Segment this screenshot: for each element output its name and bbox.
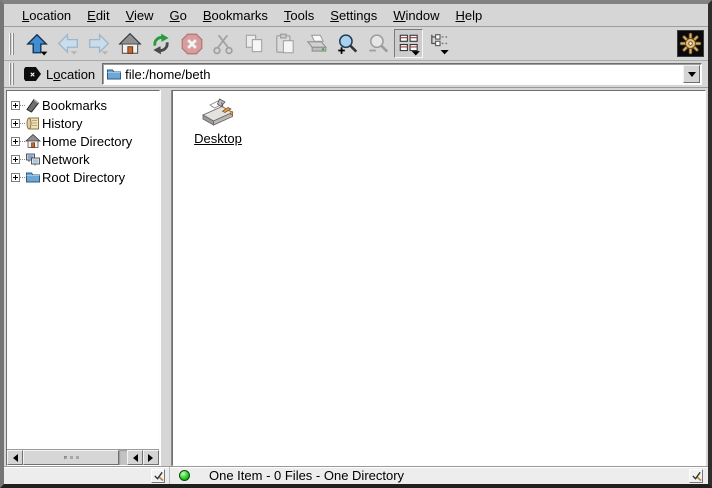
scroll-left-button-2[interactable] [127, 450, 143, 465]
locbar-grip[interactable] [9, 63, 16, 85]
main-toolbar [4, 27, 708, 61]
cut-icon [211, 32, 235, 56]
print-button[interactable] [301, 29, 330, 58]
folder-view[interactable]: Desktop [172, 90, 706, 466]
sidebar-item-network[interactable]: Network [7, 150, 159, 168]
back-icon [56, 32, 80, 56]
up-icon [25, 32, 49, 56]
content-area: Bookmarks History [4, 88, 708, 466]
menu-settings[interactable]: Settings [322, 6, 385, 25]
paste-button[interactable] [270, 29, 299, 58]
location-combobox [102, 63, 702, 85]
link-view-toggle-main[interactable] [689, 469, 703, 483]
chevron-down-icon [688, 72, 696, 81]
location-input[interactable] [123, 65, 683, 83]
clear-location-button[interactable] [24, 67, 41, 81]
expand-plus-icon[interactable] [11, 155, 20, 164]
icon-view-button[interactable] [394, 29, 423, 58]
sidebar-horizontal-scrollbar [7, 449, 159, 465]
location-label: Location [46, 67, 95, 82]
desktop-folder-icon [200, 98, 236, 128]
zoom-out-button[interactable] [363, 29, 392, 58]
zoom-out-icon [366, 32, 390, 56]
sidebar-item-home-directory[interactable]: Home Directory [7, 132, 159, 150]
tree-view-icon [428, 32, 452, 56]
paste-icon [273, 32, 297, 56]
sidebar-item-label: Home Directory [42, 134, 132, 149]
menu-help[interactable]: Help [448, 6, 491, 25]
expand-plus-icon[interactable] [11, 119, 20, 128]
expand-plus-icon[interactable] [11, 173, 20, 182]
sidebar-item-label: Bookmarks [42, 98, 107, 113]
scroll-right-button[interactable] [143, 450, 159, 465]
scrollbar-grip-dots [64, 456, 67, 459]
sidebar-panel: Bookmarks History [6, 90, 160, 466]
sidebar-tree: Bookmarks History [7, 91, 159, 449]
arrow-left-icon [9, 454, 18, 462]
konqueror-gear-icon [677, 30, 704, 57]
expand-plus-icon[interactable] [11, 137, 20, 146]
reload-button[interactable] [146, 29, 175, 58]
link-check-icon [691, 470, 702, 481]
menu-tools[interactable]: Tools [276, 6, 322, 25]
folder-icon [25, 169, 41, 185]
forward-button[interactable] [84, 29, 113, 58]
status-bar: One Item - 0 Files - One Directory [4, 466, 708, 484]
location-dropdown-button[interactable] [683, 65, 700, 83]
sidebar-status-strip [4, 467, 170, 484]
menu-go[interactable]: Go [162, 6, 195, 25]
home-button[interactable] [115, 29, 144, 58]
expand-plus-icon[interactable] [11, 101, 20, 110]
reload-icon [149, 32, 173, 56]
sidebar-item-label: Root Directory [42, 170, 125, 185]
arrow-left-icon [129, 454, 138, 462]
menu-window[interactable]: Window [385, 6, 447, 25]
file-item-label[interactable]: Desktop [194, 131, 242, 146]
sidebar-item-root-directory[interactable]: Root Directory [7, 168, 159, 186]
konqueror-window: Location Edit View Go Bookmarks Tools Se… [0, 0, 712, 488]
back-button[interactable] [53, 29, 82, 58]
copy-button[interactable] [239, 29, 268, 58]
history-icon [25, 115, 41, 131]
clear-location-icon [30, 70, 35, 79]
sidebar-item-bookmarks[interactable]: Bookmarks [7, 96, 159, 114]
forward-icon [87, 32, 111, 56]
scroll-left-button[interactable] [7, 450, 23, 465]
menu-edit[interactable]: Edit [79, 6, 117, 25]
copy-icon [242, 32, 266, 56]
location-toolbar: Location [4, 61, 708, 88]
print-icon [304, 32, 328, 56]
folder-icon [106, 66, 122, 82]
stop-button[interactable] [177, 29, 206, 58]
scrollbar-track[interactable] [119, 450, 127, 465]
bookmarks-icon [25, 97, 41, 113]
stop-icon [180, 32, 204, 56]
home-icon [118, 32, 142, 56]
menu-bookmarks[interactable]: Bookmarks [195, 6, 276, 25]
menu-location[interactable]: Location [14, 6, 79, 25]
pane-splitter[interactable] [160, 90, 172, 466]
sidebar-item-label: History [42, 116, 82, 131]
up-button[interactable] [22, 29, 51, 58]
status-text: One Item - 0 Files - One Directory [209, 468, 404, 483]
sidebar-item-history[interactable]: History [7, 114, 159, 132]
toolbar-grip[interactable] [9, 33, 16, 55]
main-status-strip: One Item - 0 Files - One Directory [170, 467, 708, 484]
zoom-in-icon [335, 32, 359, 56]
tree-view-button[interactable] [425, 29, 454, 58]
link-view-toggle[interactable] [151, 469, 165, 483]
link-check-icon [153, 470, 164, 481]
status-led-icon [179, 470, 190, 481]
cut-button[interactable] [208, 29, 237, 58]
scrollbar-thumb[interactable] [23, 450, 119, 465]
home-icon [25, 133, 41, 149]
sidebar-item-label: Network [42, 152, 90, 167]
icon-view-icon [397, 32, 421, 56]
file-item-desktop[interactable]: Desktop [187, 98, 249, 146]
zoom-in-button[interactable] [332, 29, 361, 58]
menu-bar: Location Edit View Go Bookmarks Tools Se… [4, 4, 708, 27]
network-icon [25, 151, 41, 167]
arrow-right-icon [148, 454, 157, 462]
menu-view[interactable]: View [118, 6, 162, 25]
